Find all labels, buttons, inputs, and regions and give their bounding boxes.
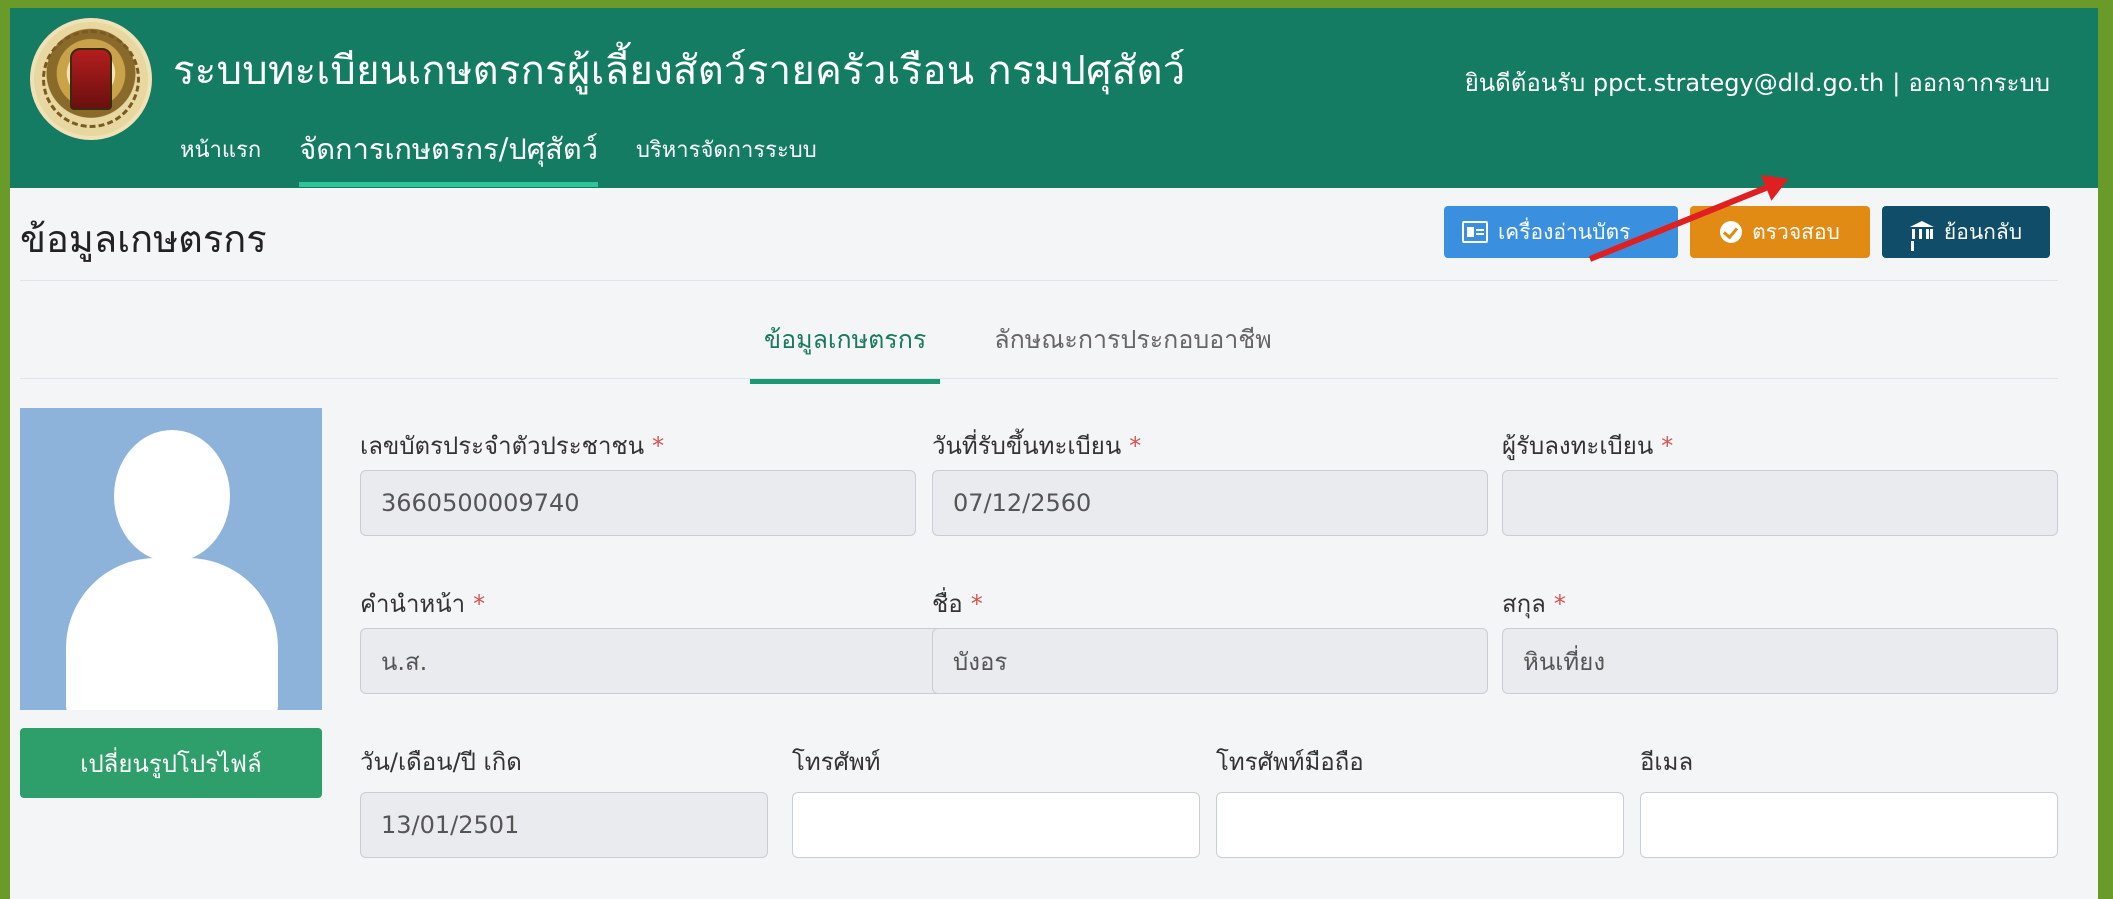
register-date-field[interactable] bbox=[932, 470, 1488, 536]
action-toolbar: เครื่องอ่านบัตร ตรวจสอบ ย้อนกลับ bbox=[1444, 206, 2050, 258]
nav-system-admin[interactable]: บริหารจัดการระบบ bbox=[636, 132, 817, 181]
check-circle-icon bbox=[1720, 221, 1743, 243]
divider bbox=[20, 280, 2058, 281]
nav-manage-farmers[interactable]: จัดการเกษตรกร/ปศุสัตว์ bbox=[299, 126, 598, 187]
top-header: ระบบทะเบียนเกษตรกรผู้เลี้ยงสัตว์รายครัวเ… bbox=[10, 8, 2098, 188]
building-icon bbox=[1910, 221, 1934, 243]
page-title: ข้อมูลเกษตรกร bbox=[20, 217, 267, 261]
logout-link[interactable]: ออกจากระบบ bbox=[1908, 69, 2050, 97]
mobile-label: โทรศัพท์มือถือ bbox=[1216, 748, 1364, 776]
email-label: อีเมล bbox=[1640, 748, 1694, 776]
id-card-field[interactable] bbox=[360, 470, 916, 536]
app-window: ระบบทะเบียนเกษตรกรผู้เลี้ยงสัตว์รายครัวเ… bbox=[10, 8, 2098, 899]
id-card-icon bbox=[1462, 221, 1488, 243]
prefix-label: คำนำหน้า * bbox=[360, 590, 486, 618]
card-reader-label: เครื่องอ่านบัตร bbox=[1498, 219, 1631, 244]
app-title: ระบบทะเบียนเกษตรกรผู้เลี้ยงสัตว์รายครัวเ… bbox=[173, 48, 1186, 94]
verify-label: ตรวจสอบ bbox=[1752, 219, 1840, 244]
tab-bar: ข้อมูลเกษตรกร ลักษณะการประกอบอาชีพ bbox=[750, 320, 1286, 384]
separator: | bbox=[1892, 69, 1901, 97]
birth-date-label: วัน/เดือน/ปี เกิด bbox=[360, 748, 522, 776]
nav-home[interactable]: หน้าแรก bbox=[180, 132, 261, 181]
last-name-field[interactable] bbox=[1502, 628, 2058, 694]
email-field[interactable] bbox=[1640, 792, 2058, 858]
register-date-label: วันที่รับขึ้นทะเบียน * bbox=[932, 432, 1142, 460]
change-profile-photo-button[interactable]: เปลี่ยนรูปโปรไฟล์ bbox=[20, 728, 322, 798]
mobile-field[interactable] bbox=[1216, 792, 1624, 858]
id-card-label: เลขบัตรประจำตัวประชาชน * bbox=[360, 432, 665, 460]
card-reader-button[interactable]: เครื่องอ่านบัตร bbox=[1444, 206, 1678, 258]
verify-button[interactable]: ตรวจสอบ bbox=[1690, 206, 1870, 258]
last-name-label: สกุล * bbox=[1502, 590, 1566, 618]
back-button[interactable]: ย้อนกลับ bbox=[1882, 206, 2050, 258]
divider bbox=[20, 378, 2058, 379]
user-bar: ยินดีต้อนรับ ppct.strategy@dld.go.th | ออก… bbox=[1390, 66, 2050, 100]
registrar-label: ผู้รับลงทะเบียน * bbox=[1502, 432, 1674, 460]
welcome-text: ยินดีต้อนรับ ppct.strategy@dld.go.th bbox=[1464, 69, 1885, 97]
phone-label: โทรศัพท์ bbox=[792, 748, 881, 776]
birth-date-field[interactable] bbox=[360, 792, 768, 858]
tab-farmer-info[interactable]: ข้อมูลเกษตรกร bbox=[750, 320, 941, 384]
prefix-select[interactable] bbox=[360, 628, 966, 694]
phone-field[interactable] bbox=[792, 792, 1200, 858]
registrar-field[interactable] bbox=[1502, 470, 2058, 536]
tab-occupation[interactable]: ลักษณะการประกอบอาชีพ bbox=[980, 320, 1285, 384]
avatar bbox=[20, 408, 322, 710]
main-nav: หน้าแรก จัดการเกษตรกร/ปศุสัตว์ บริหารจัด… bbox=[180, 126, 855, 187]
first-name-field[interactable] bbox=[932, 628, 1488, 694]
user-silhouette-icon bbox=[114, 430, 230, 562]
back-label: ย้อนกลับ bbox=[1943, 219, 2023, 244]
first-name-label: ชื่อ * bbox=[932, 590, 983, 618]
department-logo-icon bbox=[30, 18, 152, 140]
